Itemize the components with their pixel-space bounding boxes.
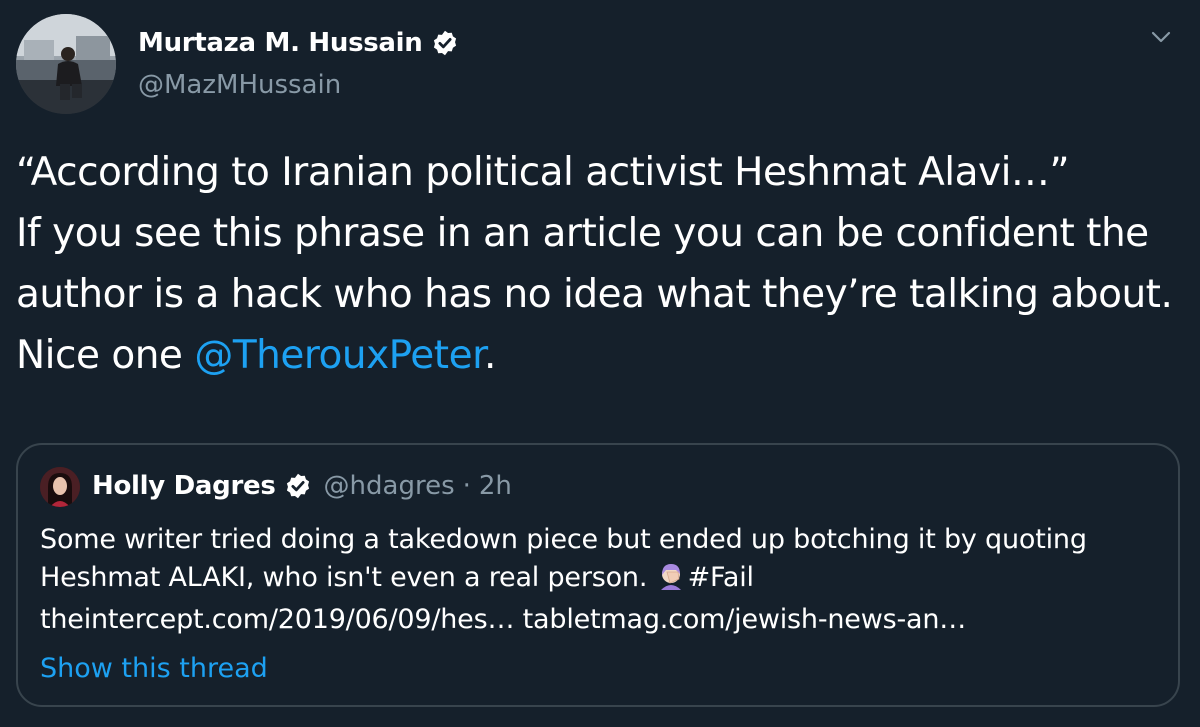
verified-badge-icon [431,29,459,57]
quoted-author-handle[interactable]: @hdagres [324,471,455,501]
quoted-text-line-2: Heshmat ALAKI, who isn't even a real per… [40,559,1160,601]
author-avatar[interactable] [16,14,116,114]
quoted-text-line-2-body: Heshmat ALAKI, who isn't even a real per… [40,562,648,593]
quoted-text-line-1: Some writer tried doing a takedown piece… [40,524,1087,555]
quoted-tweet-text: Some writer tried doing a takedown piece… [40,521,1160,639]
tweet-text-body: “According to Iranian political activist… [16,150,1173,378]
chevron-down-icon[interactable] [1148,24,1174,50]
facepalm-emoji-icon [658,562,686,601]
meta-separator: · [462,471,471,501]
quoted-author-name[interactable]: Holly Dagres [92,471,276,501]
fail-hashtag[interactable]: #Fail [688,562,754,593]
tweet-text: “According to Iranian political activist… [16,142,1186,386]
author-name[interactable]: Murtaza M. Hussain [138,28,423,58]
show-thread-link[interactable]: Show this thread [40,653,268,684]
author-name-row[interactable]: Murtaza M. Hussain [138,28,459,58]
quoted-author-avatar[interactable] [40,467,80,507]
tabletmag-link[interactable]: tabletmag.com/jewish-news-an… [523,604,967,635]
quoted-tweet-card[interactable]: Holly Dagres @hdagres · 2h Some writer t… [16,443,1180,707]
verified-badge-icon [284,472,312,500]
quoted-tweet-time[interactable]: 2h [479,471,512,501]
tweet-text-end: . [484,333,496,378]
quoted-avatar-photo [40,467,80,507]
mention-link[interactable]: @TherouxPeter [194,333,484,378]
quoted-text-line-3: theintercept.com/2019/06/09/hes… tabletm… [40,601,1160,639]
quoted-tweet-header: Holly Dagres @hdagres · 2h [92,471,512,501]
author-handle[interactable]: @MazMHussain [138,70,341,100]
avatar-photo [16,14,116,114]
intercept-link[interactable]: theintercept.com/2019/06/09/hes… [40,604,514,635]
